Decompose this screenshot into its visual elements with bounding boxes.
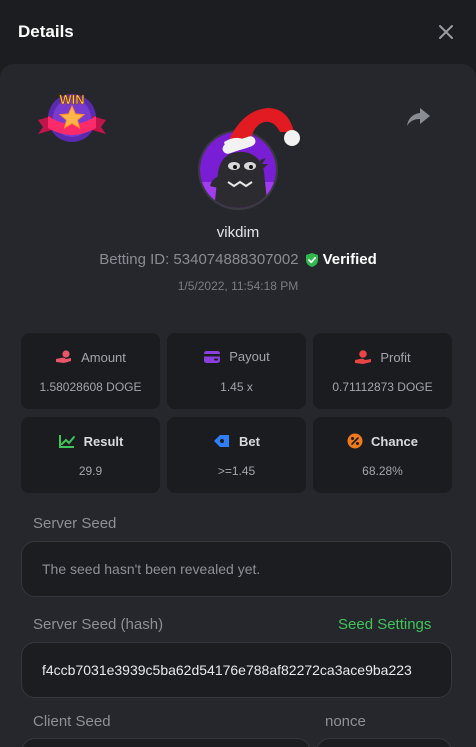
username: vikdim: [216, 224, 260, 241]
win-badge-icon: WIN: [38, 92, 106, 142]
server-seed-field[interactable]: The seed hasn't been revealed yet.: [21, 541, 452, 597]
stat-value: 68.28%: [362, 464, 403, 478]
nonce-label: nonce: [325, 713, 366, 730]
hand-coins-icon: [56, 350, 72, 363]
client-seed-label: Client Seed: [33, 713, 111, 730]
modal-title: Details: [18, 22, 74, 41]
stat-value: 29.9: [78, 464, 103, 478]
stat-value: 1.45 x: [220, 380, 253, 394]
stat-card-chance: Chance 68.28%: [313, 417, 452, 493]
avatar: [196, 108, 306, 210]
verified-shield-icon: [305, 252, 318, 267]
result-chart-icon: [58, 435, 75, 448]
stat-value: 0.71112873 DOGE: [332, 380, 433, 394]
bet-datetime: 1/5/2022, 11:54:18 PM: [177, 279, 299, 293]
bet-tag-icon: [214, 435, 230, 447]
server-seed-label: Server Seed: [33, 515, 117, 532]
stat-card-bet: Bet >=1.45: [167, 417, 306, 493]
close-icon[interactable]: [436, 22, 456, 42]
server-seed-hash-field[interactable]: f4ccb7031e3939c5ba62d54176e788af82272ca3…: [21, 642, 452, 698]
verified-badge: Verified: [305, 251, 377, 268]
stat-card-payout: Payout 1.45 x: [167, 333, 306, 409]
santa-hat-icon: [222, 108, 300, 154]
stat-label: Profit: [380, 349, 411, 365]
percent-icon: [347, 433, 363, 449]
win-badge-text: WIN: [59, 92, 84, 107]
verified-label: Verified: [322, 251, 377, 268]
stat-card-profit: Profit 0.71112873 DOGE: [313, 333, 452, 409]
stat-label: Bet: [239, 433, 260, 449]
profit-hand-icon: [355, 350, 372, 364]
seed-settings-link[interactable]: Seed Settings: [338, 616, 431, 633]
stats-grid: Amount 1.58028608 DOGE Payout 1.45 x Pro…: [21, 333, 452, 493]
server-seed-value: The seed hasn't been revealed yet.: [42, 561, 261, 577]
client-seed-field[interactable]: [21, 738, 311, 747]
stat-label: Result: [83, 433, 124, 449]
stat-card-result: Result 29.9: [21, 417, 160, 493]
stat-value: 1.58028608 DOGE: [39, 380, 142, 394]
stat-label: Chance: [371, 433, 418, 449]
betting-id: Betting ID: 534074888307002: [99, 251, 299, 268]
stat-label: Payout: [229, 349, 270, 364]
modal-header: Details: [0, 0, 476, 64]
stat-value: >=1.45: [217, 464, 256, 478]
details-panel: WIN vikdim Betting ID: 534074888307002 V…: [0, 64, 476, 747]
nonce-field[interactable]: [316, 738, 452, 747]
wallet-icon: [204, 350, 221, 363]
stat-label: Amount: [81, 349, 126, 365]
betting-id-row: Betting ID: 534074888307002 Verified: [0, 251, 476, 268]
server-seed-hash-label: Server Seed (hash): [33, 616, 164, 633]
share-icon[interactable]: [405, 106, 431, 128]
stat-card-amount: Amount 1.58028608 DOGE: [21, 333, 160, 409]
server-seed-hash-value: f4ccb7031e3939c5ba62d54176e788af82272ca3…: [42, 662, 412, 678]
